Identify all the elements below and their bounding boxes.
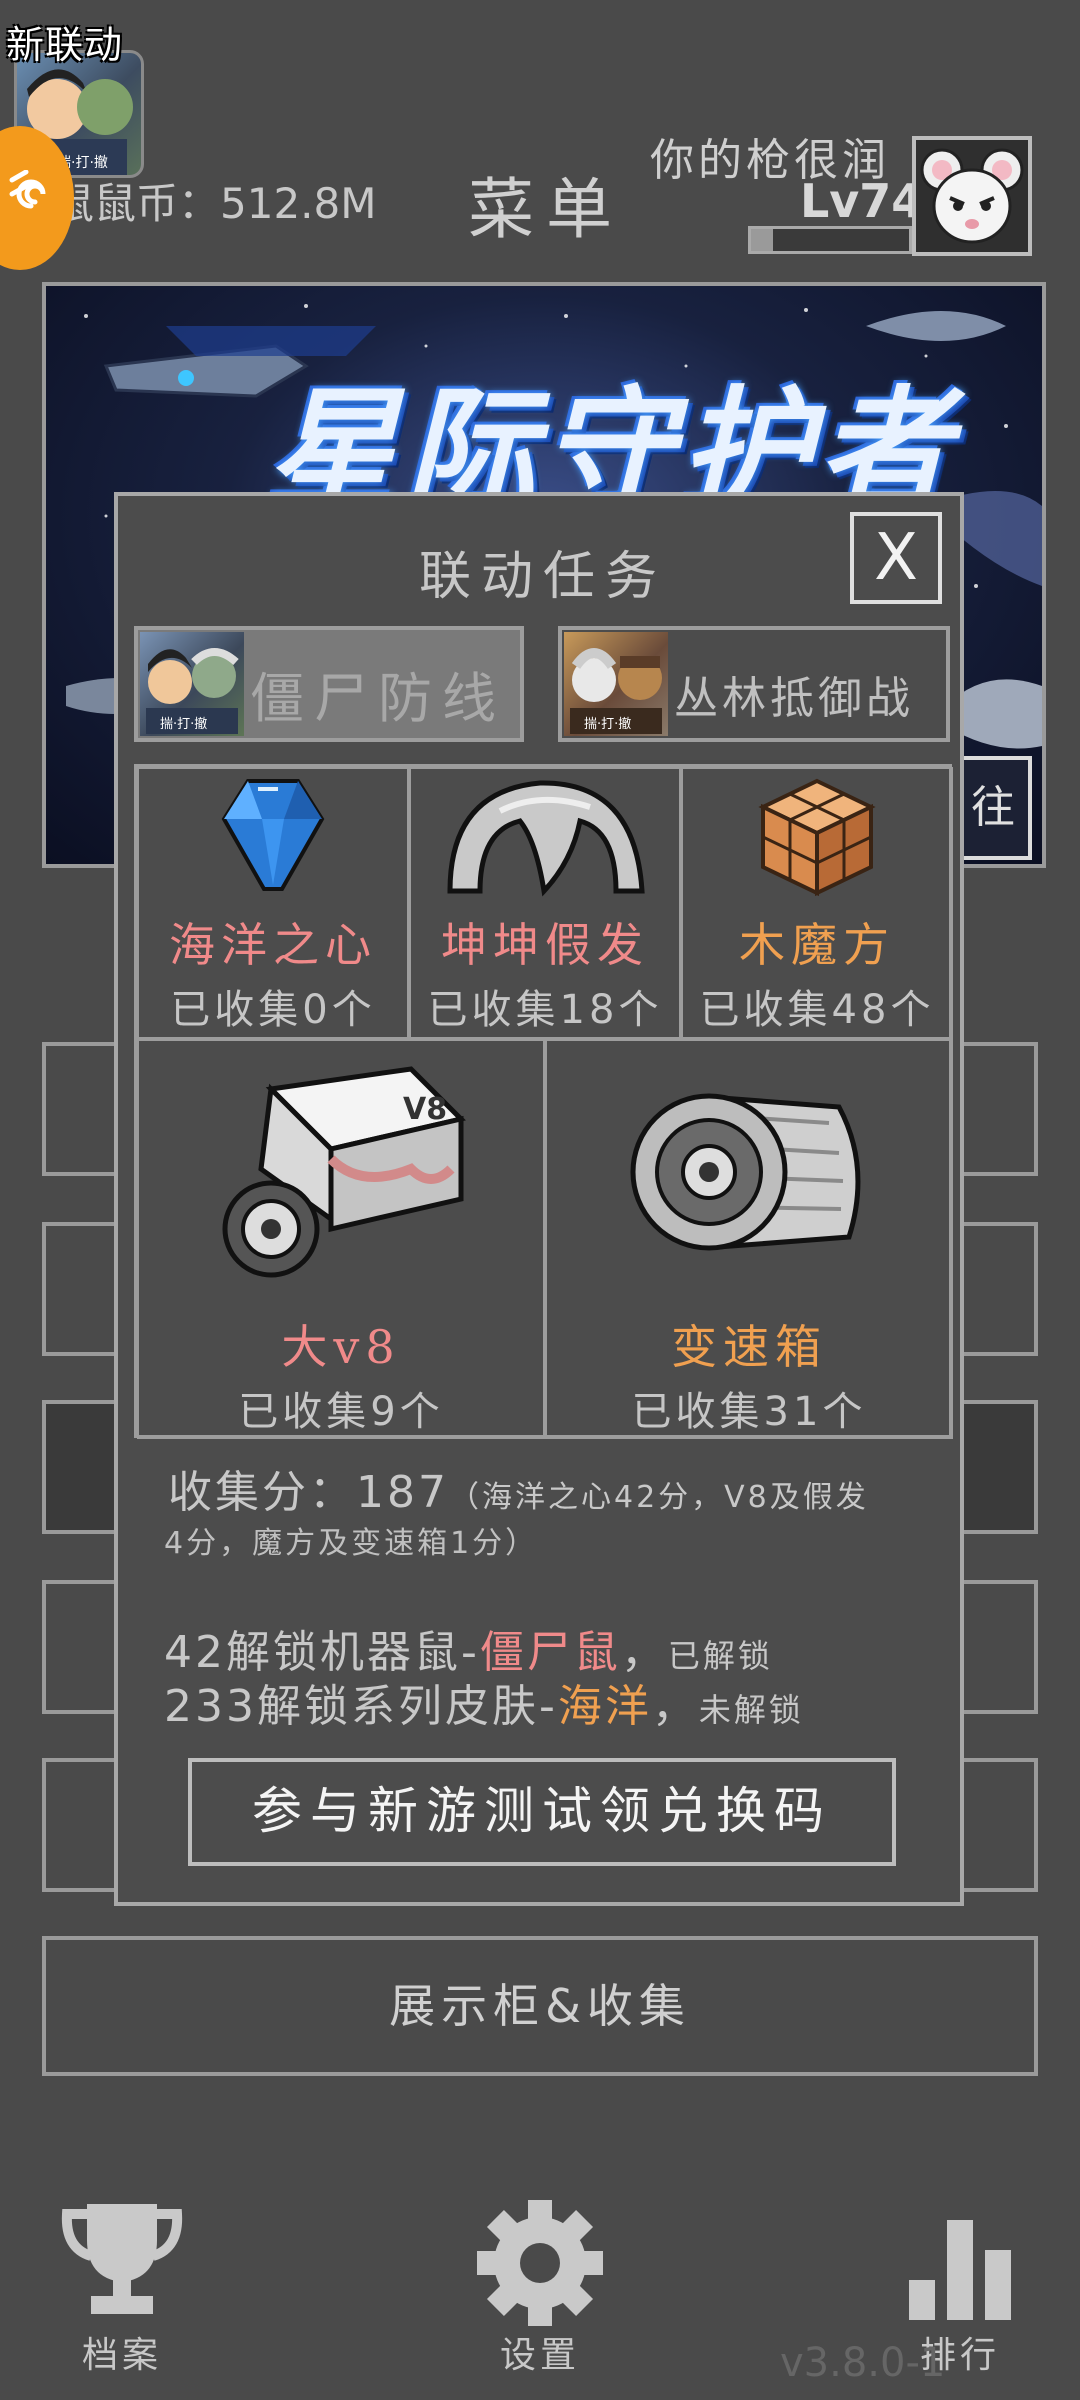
menu-title: 菜单 bbox=[468, 171, 624, 248]
svg-text:揣·打·撤: 揣·打·撤 bbox=[584, 716, 631, 732]
tab-zombie-defense-label: 僵尸防线 bbox=[250, 667, 506, 730]
nav-settings[interactable]: 设置 bbox=[460, 2196, 620, 2376]
trophy-icon bbox=[61, 2204, 183, 2314]
unlock2-suffix: ， bbox=[651, 1681, 699, 1732]
item-cell-wood-cube[interactable]: 木魔方 已收集48个 bbox=[681, 767, 953, 1039]
unlock-series-skin: 233解锁系列皮肤-海洋，未解锁 bbox=[164, 1670, 804, 1734]
blue-gem-icon bbox=[221, 779, 325, 891]
jungle-defense-thumbnail: 揣·打·撤 bbox=[564, 632, 668, 736]
xp-progress-fill bbox=[751, 229, 774, 251]
dialog-title: 联动任务 bbox=[418, 547, 667, 607]
swirl-icon bbox=[9, 170, 46, 209]
item-cell-gearbox[interactable]: 变速箱 已收集31个 bbox=[545, 1039, 953, 1439]
item-count-wig: 已收集18个 bbox=[427, 987, 663, 1033]
tab-jungle-defense[interactable]: 揣·打·撤 丛林抵御战 bbox=[558, 626, 950, 742]
unlock2-prefix: 233解锁系列皮肤- bbox=[164, 1681, 558, 1732]
xp-progress-bar bbox=[748, 226, 912, 254]
player-level: Lv74 bbox=[800, 174, 924, 228]
showcase-collection-button[interactable]: 展示柜&收集 bbox=[42, 1936, 1038, 2076]
tab-jungle-defense-label: 丛林抵御战 bbox=[674, 673, 914, 724]
item-name-v8-engine: 大v8 bbox=[281, 1320, 401, 1374]
score-label: 收集分： bbox=[168, 1467, 356, 1518]
bar-chart-icon bbox=[909, 2220, 1011, 2320]
close-button[interactable]: X bbox=[850, 512, 942, 604]
item-cell-ocean-heart[interactable]: 海洋之心 已收集0个 bbox=[137, 767, 409, 1039]
svg-text:揣·打·撤: 揣·打·撤 bbox=[160, 716, 207, 732]
collection-grid: 海洋之心 已收集0个 坤坤假发 已收集18个 木魔方 已收集48个 V8 大v8… bbox=[134, 764, 953, 1439]
collab-task-dialog: 联动任务 X 揣·打·撤 僵尸防线 揣·打·撤 丛林抵御战 海洋之心 已收集0个… bbox=[114, 492, 964, 1906]
mouse-avatar-icon bbox=[920, 148, 1024, 244]
unlock2-status: 未解锁 bbox=[698, 1691, 804, 1729]
gear-icon bbox=[477, 2200, 603, 2326]
collection-score: 收集分：187（海洋之心42分，V8及假发 bbox=[168, 1456, 869, 1520]
score-note-line2: 4分，魔方及变速箱1分） bbox=[164, 1526, 539, 1561]
svg-text:V8: V8 bbox=[403, 1092, 447, 1127]
item-name-gearbox: 变速箱 bbox=[671, 1320, 827, 1374]
item-cell-wig[interactable]: 坤坤假发 已收集18个 bbox=[409, 767, 681, 1039]
item-name-wig: 坤坤假发 bbox=[441, 918, 649, 972]
player-avatar[interactable] bbox=[912, 136, 1032, 256]
zombie-defense-thumbnail: 揣·打·撤 bbox=[140, 632, 244, 736]
item-count-wood-cube: 已收集48个 bbox=[699, 987, 935, 1033]
banner-go-button[interactable]: 往 bbox=[954, 756, 1032, 860]
item-count-ocean-heart: 已收集0个 bbox=[170, 987, 376, 1033]
item-name-wood-cube: 木魔方 bbox=[739, 918, 895, 972]
item-name-ocean-heart: 海洋之心 bbox=[169, 918, 377, 972]
app-version: v3.8.0-1 bbox=[780, 2340, 946, 2386]
collab-badge-label: 新联动 bbox=[6, 23, 124, 67]
item-count-v8-engine: 已收集9个 bbox=[238, 1389, 444, 1435]
nav-archive-label: 档案 bbox=[81, 2335, 162, 2376]
tab-zombie-defense[interactable]: 揣·打·撤 僵尸防线 bbox=[134, 626, 524, 742]
unlock2-target: 海洋 bbox=[557, 1681, 652, 1732]
score-value: 187 bbox=[356, 1467, 449, 1518]
item-count-gearbox: 已收集31个 bbox=[631, 1389, 867, 1435]
redeem-code-button[interactable]: 参与新游测试领兑换码 bbox=[188, 1758, 896, 1866]
nav-archive[interactable]: 档案 bbox=[42, 2196, 202, 2376]
score-note-line1: （海洋之心42分，V8及假发 bbox=[448, 1480, 869, 1515]
wooden-cube-icon bbox=[758, 778, 876, 897]
wig-icon bbox=[447, 780, 645, 897]
nav-settings-label: 设置 bbox=[499, 2335, 580, 2376]
coin-balance: 鼠鼠币：512.8M bbox=[52, 179, 377, 228]
item-cell-v8-engine[interactable]: V8 大v8 已收集9个 bbox=[137, 1039, 545, 1439]
gearbox-icon bbox=[630, 1093, 861, 1251]
v8-engine-icon: V8 bbox=[222, 1066, 466, 1278]
